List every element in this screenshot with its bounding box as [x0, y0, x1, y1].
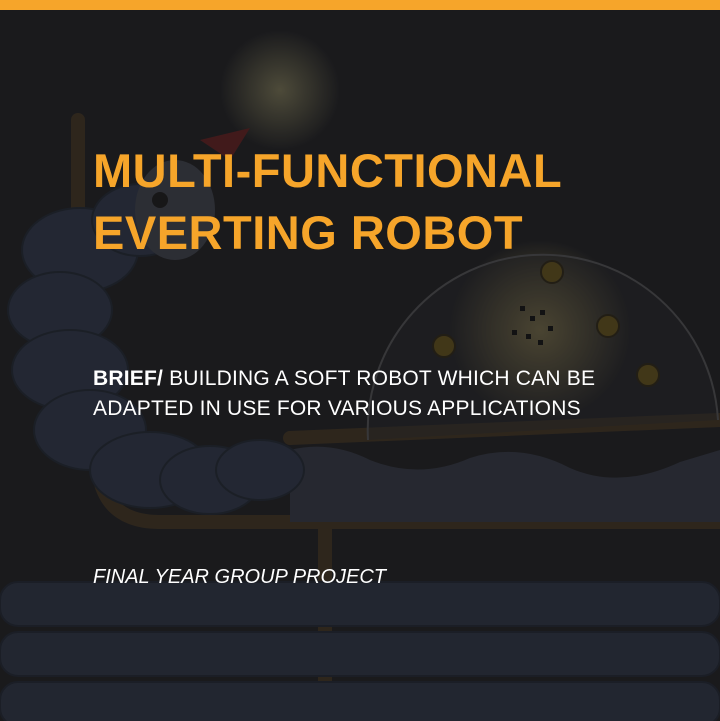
accent-top-bar [0, 0, 720, 10]
project-title-line-2: EVERTING ROBOT [93, 206, 524, 259]
project-type-note: FINAL YEAR GROUP PROJECT [93, 566, 387, 588]
brief-text-line-2: ADAPTED IN USE FOR VARIOUS APPLICATIONS [93, 397, 581, 420]
project-title: MULTI-FUNCTIONAL EVERTING ROBOT [93, 140, 562, 264]
brief-label: BRIEF/ [93, 367, 164, 390]
project-brief: BRIEF/ BUILDING A SOFT ROBOT WHICH CAN B… [93, 364, 693, 424]
project-card: MULTI-FUNCTIONAL EVERTING ROBOT BRIEF/ B… [0, 0, 720, 721]
project-title-line-1: MULTI-FUNCTIONAL [93, 144, 563, 197]
brief-text-line-1: BUILDING A SOFT ROBOT WHICH CAN BE [169, 367, 596, 390]
